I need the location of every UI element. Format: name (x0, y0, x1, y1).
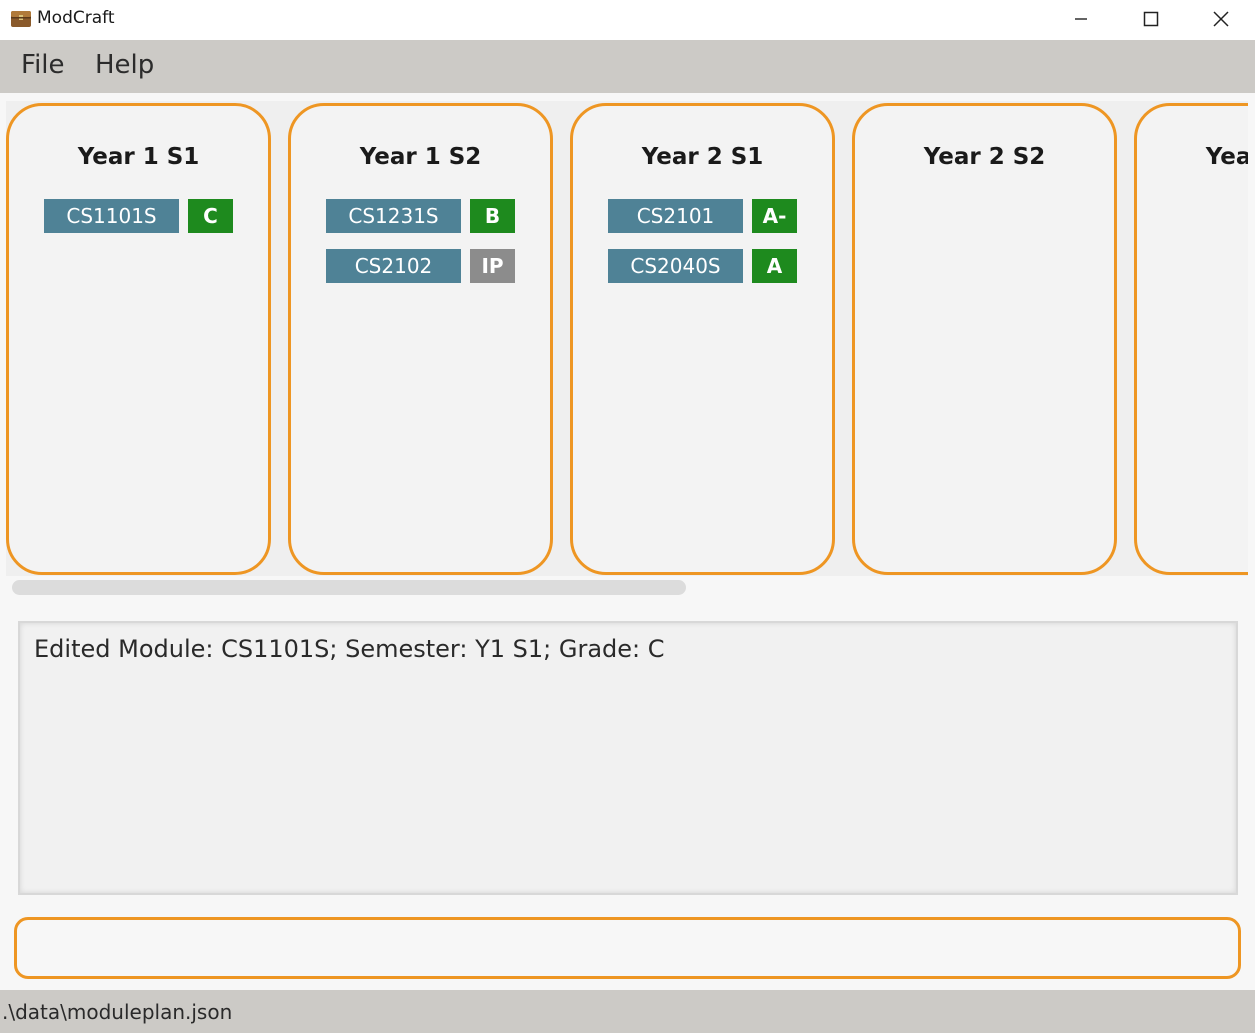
horizontal-scrollbar[interactable] (12, 580, 686, 595)
module-code: CS1231S (326, 199, 461, 233)
semester-card[interactable]: Year 3 S1 (1134, 103, 1248, 575)
maximize-icon (1143, 11, 1159, 27)
minimize-button[interactable] (1046, 0, 1116, 38)
semester-board[interactable]: Year 1 S1 CS1101S C Year 1 S2 CS1231S B … (6, 101, 1248, 576)
semester-title: Year 1 S2 (359, 144, 482, 170)
result-message: Edited Module: CS1101S; Semester: Y1 S1;… (34, 635, 665, 663)
grade-badge: A (752, 249, 797, 283)
file-path: .\data\moduleplan.json (2, 1000, 233, 1024)
module-code: CS1101S (44, 199, 179, 233)
module-code: CS2040S (608, 249, 743, 283)
menu-help[interactable]: Help (95, 50, 154, 80)
semester-title: Year 1 S1 (77, 144, 200, 170)
menu-bar: File Help (0, 40, 1255, 93)
minimize-icon (1075, 18, 1087, 20)
maximize-button[interactable] (1116, 0, 1186, 38)
close-icon (1213, 11, 1229, 27)
close-button[interactable] (1186, 0, 1255, 38)
semester-card[interactable]: Year 1 S1 CS1101S C (6, 103, 271, 575)
window-title: ModCraft (37, 8, 115, 28)
semester-card[interactable]: Year 1 S2 CS1231S B CS2102 IP (288, 103, 553, 575)
semester-card[interactable]: Year 2 S2 (852, 103, 1117, 575)
semester-card[interactable]: Year 2 S1 CS2101 A- CS2040S A (570, 103, 835, 575)
grade-badge: C (188, 199, 233, 233)
menu-file[interactable]: File (21, 50, 65, 80)
grade-badge: IP (470, 249, 515, 283)
title-bar: ModCraft (0, 0, 1255, 40)
module-code: CS2101 (608, 199, 743, 233)
result-display: Edited Module: CS1101S; Semester: Y1 S1;… (18, 621, 1238, 895)
semester-title: Year 2 S1 (641, 144, 764, 170)
semester-title: Year 3 S1 (1205, 144, 1248, 170)
chest-icon (11, 11, 31, 27)
semester-title: Year 2 S2 (923, 144, 1046, 170)
module-code: CS2102 (326, 249, 461, 283)
command-input[interactable] (14, 917, 1241, 979)
grade-badge: B (470, 199, 515, 233)
grade-badge: A- (752, 199, 797, 233)
status-bar: .\data\moduleplan.json (0, 990, 1255, 1033)
